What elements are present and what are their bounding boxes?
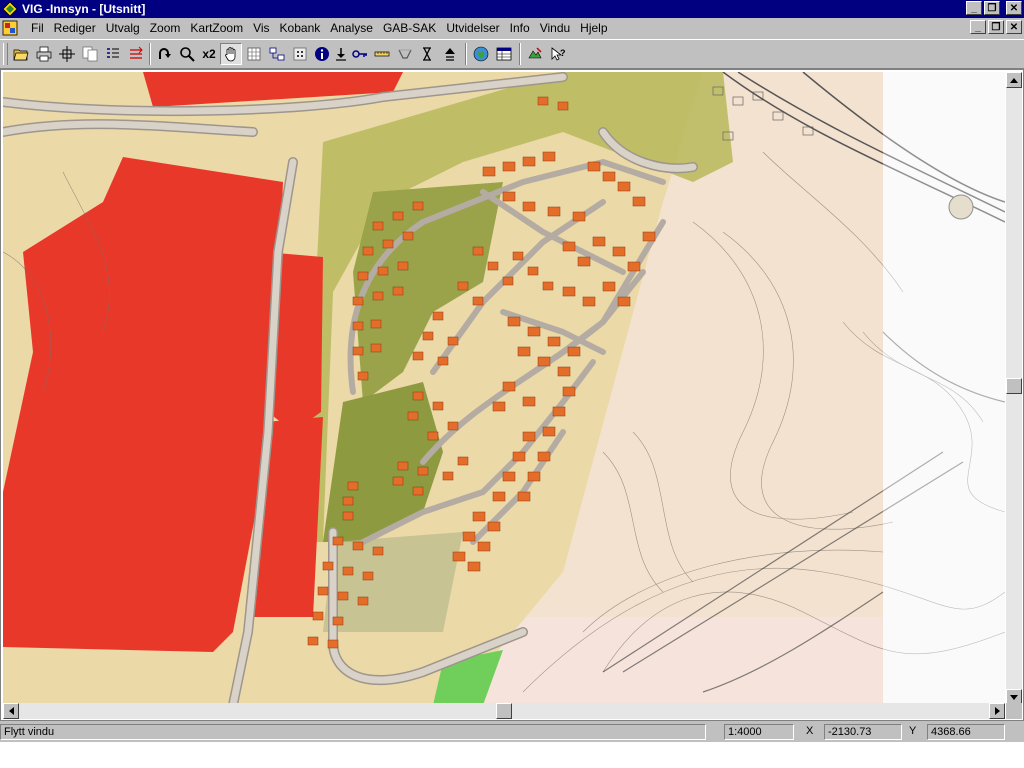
- pan-hand-icon[interactable]: [220, 43, 242, 65]
- map-canvas[interactable]: [3, 72, 1005, 705]
- scroll-left-button[interactable]: [3, 703, 19, 719]
- y-coordinate-value: 4368.66: [927, 724, 1005, 740]
- map-edit-icon[interactable]: [524, 43, 546, 65]
- desktop-area: [0, 742, 1024, 768]
- app-logo-icon: [2, 1, 18, 17]
- zoom-x2-label: x2: [202, 47, 216, 61]
- magnifier-icon[interactable]: [176, 43, 198, 65]
- menu-analyse[interactable]: Analyse: [325, 21, 378, 35]
- menu-info[interactable]: Info: [505, 21, 535, 35]
- right-arrow-icon: [994, 707, 1000, 715]
- menu-kartzoom[interactable]: KartZoom: [185, 21, 248, 35]
- list-icon[interactable]: [102, 43, 124, 65]
- horizontal-scroll-thumb[interactable]: [496, 703, 512, 719]
- menu-fil[interactable]: Fil: [26, 21, 49, 35]
- measure-icon[interactable]: [394, 43, 416, 65]
- x-coordinate-value: -2130.73: [824, 724, 902, 740]
- copy-icon[interactable]: [79, 43, 101, 65]
- zoning-map: [3, 72, 1005, 705]
- child-restore-button[interactable]: ❐: [988, 20, 1004, 34]
- toolbar-separator: [465, 43, 467, 65]
- close-button[interactable]: ✕: [1006, 1, 1022, 15]
- status-bar: Flytt vindu 1:4000 X -2130.73 Y 4368.66: [0, 722, 1024, 742]
- menu-zoom[interactable]: Zoom: [145, 21, 186, 35]
- child-close-button[interactable]: ✕: [1006, 20, 1022, 34]
- grid-dots-icon[interactable]: [289, 43, 311, 65]
- key-icon[interactable]: [349, 43, 371, 65]
- menu-gab-sak[interactable]: GAB-SAK: [378, 21, 441, 35]
- minimize-button[interactable]: _: [966, 1, 982, 15]
- horizontal-scrollbar[interactable]: [3, 703, 1005, 719]
- select-cross-icon[interactable]: [56, 43, 78, 65]
- menu-vis[interactable]: Vis: [248, 21, 274, 35]
- x-coordinate-label: X: [806, 725, 814, 737]
- y-coordinate-label: Y: [909, 725, 917, 737]
- undo-arrow-icon[interactable]: [153, 43, 175, 65]
- map-window: [0, 69, 1024, 721]
- grid-icon[interactable]: [243, 43, 265, 65]
- left-arrow-icon: [8, 707, 14, 715]
- table-icon[interactable]: [493, 43, 515, 65]
- down-arrow-icon: [1010, 694, 1018, 700]
- status-message: Flytt vindu: [0, 724, 706, 740]
- map-scale: 1:4000: [724, 724, 794, 740]
- toolbar-separator: [149, 43, 151, 65]
- menu-kobank[interactable]: Kobank: [275, 21, 326, 35]
- toolbar-grip[interactable]: [3, 43, 8, 65]
- hourglass-icon[interactable]: [416, 43, 438, 65]
- window-title: VIG -Innsyn - [Utsnitt]: [22, 2, 146, 16]
- menu-utvidelser[interactable]: Utvidelser: [441, 21, 504, 35]
- up-arrow-icon[interactable]: [439, 43, 461, 65]
- svg-text:?: ?: [560, 48, 566, 58]
- app-window: VIG -Innsyn - [Utsnitt] _ ❐ ✕ Fil Rediger…: [0, 0, 1024, 768]
- menu-rediger[interactable]: Rediger: [49, 21, 101, 35]
- scroll-right-button[interactable]: [989, 703, 1005, 719]
- help-pointer-icon[interactable]: ?: [547, 43, 569, 65]
- vertical-scrollbar[interactable]: [1006, 72, 1022, 705]
- restore-button[interactable]: ❐: [984, 1, 1000, 15]
- menu-bar: Fil Rediger Utvalg Zoom KartZoom Vis Kobank Ana…: [0, 18, 1024, 38]
- child-minimize-button[interactable]: _: [970, 20, 986, 34]
- toolbar-separator: [519, 43, 521, 65]
- title-bar[interactable]: VIG -Innsyn - [Utsnitt] _ ❐ ✕: [0, 0, 1024, 18]
- zoom-x2-button[interactable]: x2: [198, 43, 220, 65]
- menu-vindu[interactable]: Vindu: [535, 21, 575, 35]
- scrollbar-corner: [1006, 703, 1022, 719]
- globe-icon[interactable]: [470, 43, 492, 65]
- ruler-icon[interactable]: [371, 43, 393, 65]
- up-arrow-icon: [1010, 77, 1018, 83]
- print-icon[interactable]: [33, 43, 55, 65]
- toolbar: x2 ?: [0, 39, 1024, 69]
- chart-list-icon[interactable]: [125, 43, 147, 65]
- menu-utvalg[interactable]: Utvalg: [101, 21, 145, 35]
- open-folder-icon[interactable]: [10, 43, 32, 65]
- layers-icon[interactable]: [266, 43, 288, 65]
- scroll-up-button[interactable]: [1006, 72, 1022, 88]
- menu-hjelp[interactable]: Hjelp: [575, 21, 612, 35]
- vertical-scroll-thumb[interactable]: [1006, 378, 1022, 394]
- document-window-icon[interactable]: [2, 20, 18, 36]
